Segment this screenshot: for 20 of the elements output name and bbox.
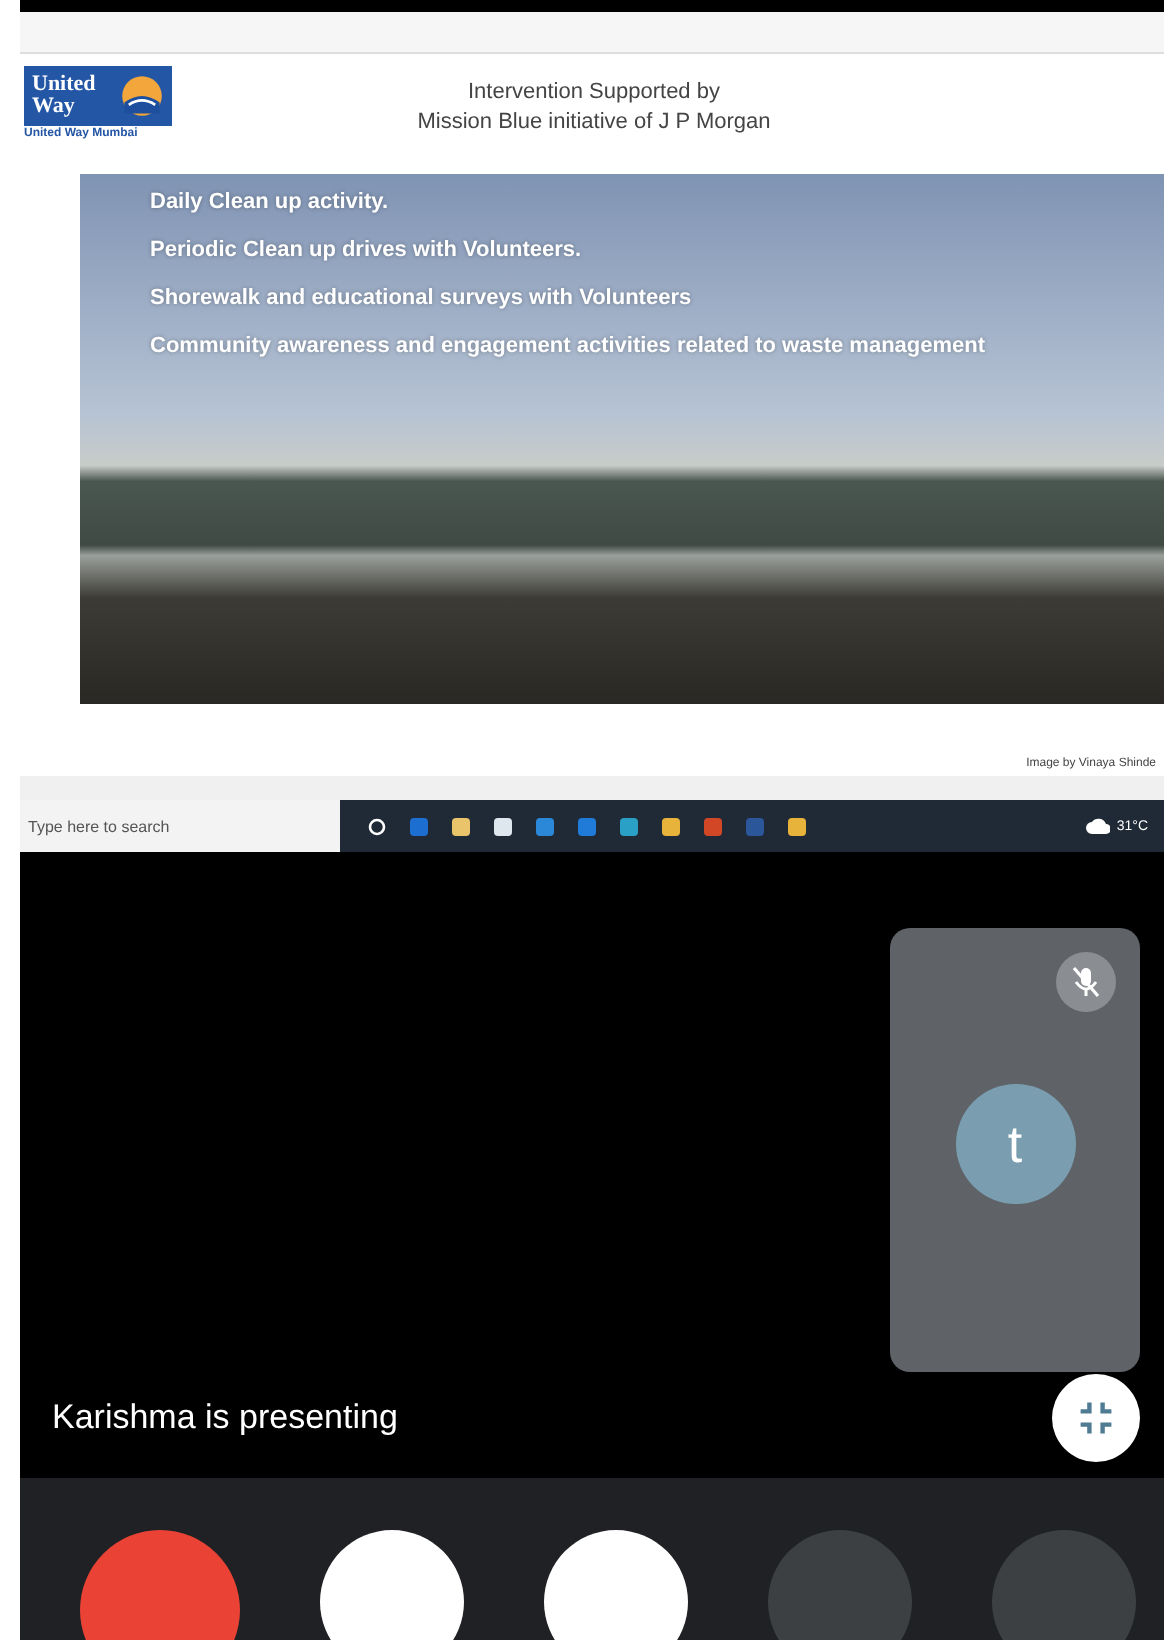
bullet-text: Shorewalk and educational surveys with Volunteers <box>150 284 694 314</box>
slide-title: Intervention Supported by <box>468 78 720 108</box>
logo-text: United <box>32 74 96 96</box>
search-field[interactable]: Type here to search <box>20 800 340 852</box>
cloud-icon <box>1086 818 1111 834</box>
avatar: t <box>955 1084 1075 1204</box>
presenter-label: Karishma is presenting <box>52 1398 398 1438</box>
taskbar-app-icon[interactable] <box>452 817 470 835</box>
sunrise-icon <box>120 74 164 118</box>
bullet-text: Community awareness and engagement activities related to waste management <box>150 332 986 362</box>
logo-text: Way <box>32 96 77 118</box>
bullet-text: Periodic Clean up drives with Volunteers. <box>150 236 584 266</box>
exit-fullscreen-button[interactable] <box>1052 1374 1140 1462</box>
slide-title: Mission Blue initiative of J P Morgan <box>417 108 771 138</box>
circle-icon[interactable] <box>368 817 386 835</box>
bullet-text: Daily Clean up activity. <box>150 188 391 218</box>
taskbar-app-icon[interactable] <box>662 817 680 835</box>
taskbar-app-icon[interactable] <box>494 817 512 835</box>
taskbar-app-icon[interactable] <box>788 817 806 835</box>
taskbar-app-icon[interactable] <box>620 817 638 835</box>
